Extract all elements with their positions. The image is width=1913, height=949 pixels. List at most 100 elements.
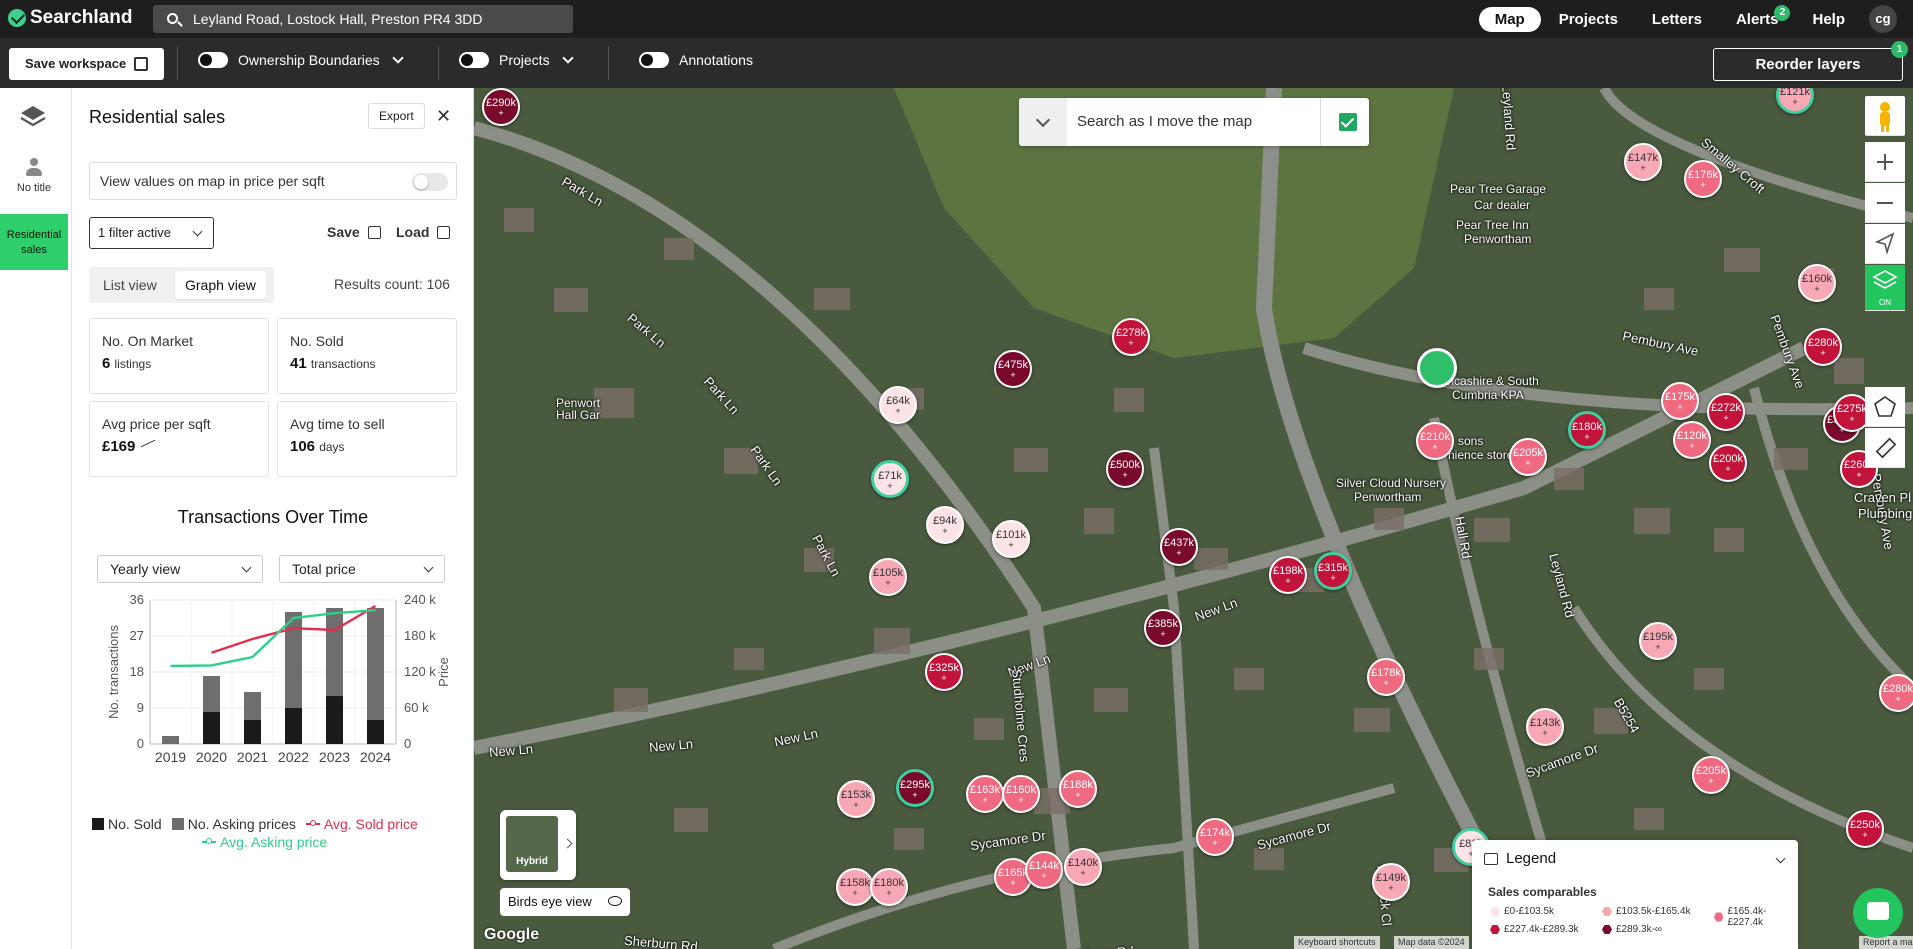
- chevron-down-icon[interactable]: [1775, 853, 1786, 864]
- locate-button[interactable]: [1865, 224, 1905, 264]
- price-marker[interactable]: £94k +: [926, 506, 964, 544]
- annotations-toggle[interactable]: Annotations: [639, 52, 753, 68]
- price-marker[interactable]: £200k +: [1709, 444, 1747, 482]
- polygon-icon: [1874, 396, 1896, 417]
- price-marker[interactable]: £158k +: [836, 868, 874, 906]
- price-marker[interactable]: £174k +: [1196, 818, 1234, 856]
- filter-dropdown[interactable]: 1 filter active: [89, 217, 214, 249]
- logo[interactable]: Searchland: [8, 7, 132, 29]
- price-marker[interactable]: £437k +: [1160, 528, 1198, 566]
- price-marker[interactable]: £325k +: [925, 653, 963, 691]
- price-marker[interactable]: £205k +: [1509, 438, 1547, 476]
- projects-toggle[interactable]: Projects: [459, 52, 574, 68]
- chat-bubble-icon[interactable]: [1853, 888, 1903, 938]
- measure-button[interactable]: [1865, 428, 1905, 468]
- address-search-input[interactable]: Leyland Road, Lostock Hall, Preston PR4 …: [153, 5, 573, 33]
- price-marker[interactable]: £176k +: [1684, 160, 1722, 198]
- price-marker[interactable]: £385k +: [1144, 609, 1182, 647]
- price-marker[interactable]: £101k +: [992, 520, 1030, 558]
- price-marker[interactable]: £180k +: [1568, 411, 1606, 449]
- price-marker[interactable]: £153k +: [837, 780, 875, 818]
- price-marker[interactable]: £295k +: [896, 769, 934, 807]
- price-marker[interactable]: £163k +: [966, 775, 1004, 813]
- price-marker[interactable]: £280k +: [1879, 674, 1913, 712]
- export-button[interactable]: Export: [368, 103, 425, 129]
- nav-alerts[interactable]: Alerts 2: [1720, 4, 1795, 32]
- price-marker[interactable]: £315k +: [1314, 552, 1352, 590]
- y-tick-label: 0: [137, 736, 144, 751]
- rail-item-no-title[interactable]: No title: [0, 158, 68, 194]
- price-marker[interactable]: £140k +: [1064, 848, 1102, 886]
- price-marker[interactable]: £198k +: [1269, 556, 1307, 594]
- plus-icon: +: [1122, 470, 1128, 480]
- chevron-down-icon[interactable]: [391, 52, 404, 64]
- price-marker[interactable]: £500k +: [1106, 450, 1144, 488]
- price-marker[interactable]: £149k +: [1372, 863, 1410, 901]
- period-select[interactable]: Yearly view: [97, 555, 263, 583]
- map-type-toggle[interactable]: Hybrid: [500, 810, 576, 880]
- close-icon[interactable]: ✕: [436, 106, 451, 127]
- toggle-switch[interactable]: [459, 52, 489, 68]
- nav-map[interactable]: Map: [1478, 6, 1541, 32]
- report-map-error-link[interactable]: Report a map error: [1859, 936, 1913, 949]
- price-marker[interactable]: £195k +: [1639, 622, 1677, 660]
- zoom-in-button[interactable]: [1865, 142, 1905, 182]
- map-canvas[interactable]: Search as I move the map Park Ln Park Ln P…: [474, 88, 1913, 949]
- price-marker[interactable]: £180k +: [870, 868, 908, 906]
- ownership-boundaries-toggle[interactable]: Ownership Boundaries: [198, 52, 404, 68]
- selected-location-marker[interactable]: [1417, 348, 1457, 388]
- price-marker[interactable]: £147k +: [1624, 143, 1662, 181]
- search-as-move-checkbox[interactable]: [1339, 113, 1357, 131]
- price-marker[interactable]: £178k +: [1367, 658, 1405, 696]
- y2-tick-label: 60 k: [404, 700, 429, 715]
- nav-projects[interactable]: Projects: [1543, 7, 1634, 32]
- price-marker[interactable]: £280k +: [1804, 328, 1842, 366]
- save-workspace-button[interactable]: Save workspace: [9, 48, 164, 80]
- graph-view-tab[interactable]: Graph view: [175, 271, 266, 299]
- price-marker[interactable]: £250k +: [1846, 810, 1884, 848]
- transactions-chart: 0 9 18 27 36 0 60 k 120 k 180 k 240 k No. transact…: [106, 592, 451, 765]
- list-view-tab[interactable]: List view: [93, 271, 167, 299]
- price-marker[interactable]: £475k +: [994, 350, 1032, 388]
- chevron-down-icon[interactable]: [561, 52, 574, 64]
- nav-letters[interactable]: Letters: [1636, 7, 1718, 32]
- save-filter-button[interactable]: Save: [327, 224, 381, 240]
- price-marker[interactable]: £144k +: [1025, 851, 1063, 889]
- user-avatar[interactable]: cg: [1869, 5, 1897, 33]
- price-marker[interactable]: £64k +: [879, 386, 917, 424]
- legend-header[interactable]: Legend: [1484, 850, 1556, 867]
- nav-help[interactable]: Help: [1796, 7, 1861, 32]
- birds-eye-view-button[interactable]: Birds eye view: [500, 888, 630, 916]
- price-marker[interactable]: £188k +: [1059, 770, 1097, 808]
- zoom-out-button[interactable]: [1865, 183, 1905, 223]
- rail-item-residential-sales[interactable]: Residential sales: [0, 214, 68, 270]
- price-marker[interactable]: £278k +: [1112, 318, 1150, 356]
- price-type-select[interactable]: Total price: [279, 555, 445, 583]
- plus-icon: +: [1862, 830, 1868, 840]
- street-view-pegman[interactable]: [1865, 96, 1905, 136]
- price-marker[interactable]: £105k +: [869, 558, 907, 596]
- toggle-switch[interactable]: [639, 52, 669, 68]
- plus-icon: +: [1383, 678, 1389, 688]
- price-per-sqft-toggle[interactable]: View values on map in price per sqft: [89, 162, 457, 200]
- layers-icon[interactable]: [20, 104, 46, 130]
- toggle-switch[interactable]: [412, 173, 448, 191]
- price-marker[interactable]: £175k +: [1661, 382, 1699, 420]
- chevron-down-icon[interactable]: [1019, 98, 1067, 146]
- price-marker[interactable]: £71k +: [871, 460, 909, 498]
- keyboard-shortcuts-link[interactable]: Keyboard shortcuts: [1294, 936, 1380, 949]
- legend-asking: No. Asking prices: [171, 816, 296, 832]
- load-filter-button[interactable]: Load: [396, 224, 451, 240]
- reorder-layers-button[interactable]: Reorder layers 1: [1713, 41, 1908, 81]
- price-marker[interactable]: £160k+: [1002, 775, 1040, 813]
- price-marker[interactable]: £272k +: [1707, 393, 1745, 431]
- price-marker[interactable]: £205k +: [1692, 756, 1730, 794]
- price-marker[interactable]: £120k +: [1673, 421, 1711, 459]
- price-marker[interactable]: £160k+: [1798, 264, 1836, 302]
- price-marker[interactable]: £143k +: [1526, 708, 1564, 746]
- layers-on-button[interactable]: ON: [1865, 265, 1905, 311]
- draw-polygon-button[interactable]: [1865, 387, 1905, 427]
- price-marker[interactable]: £210k +: [1416, 422, 1454, 460]
- price-marker[interactable]: £290k +: [482, 88, 520, 126]
- toggle-switch[interactable]: [198, 52, 228, 68]
